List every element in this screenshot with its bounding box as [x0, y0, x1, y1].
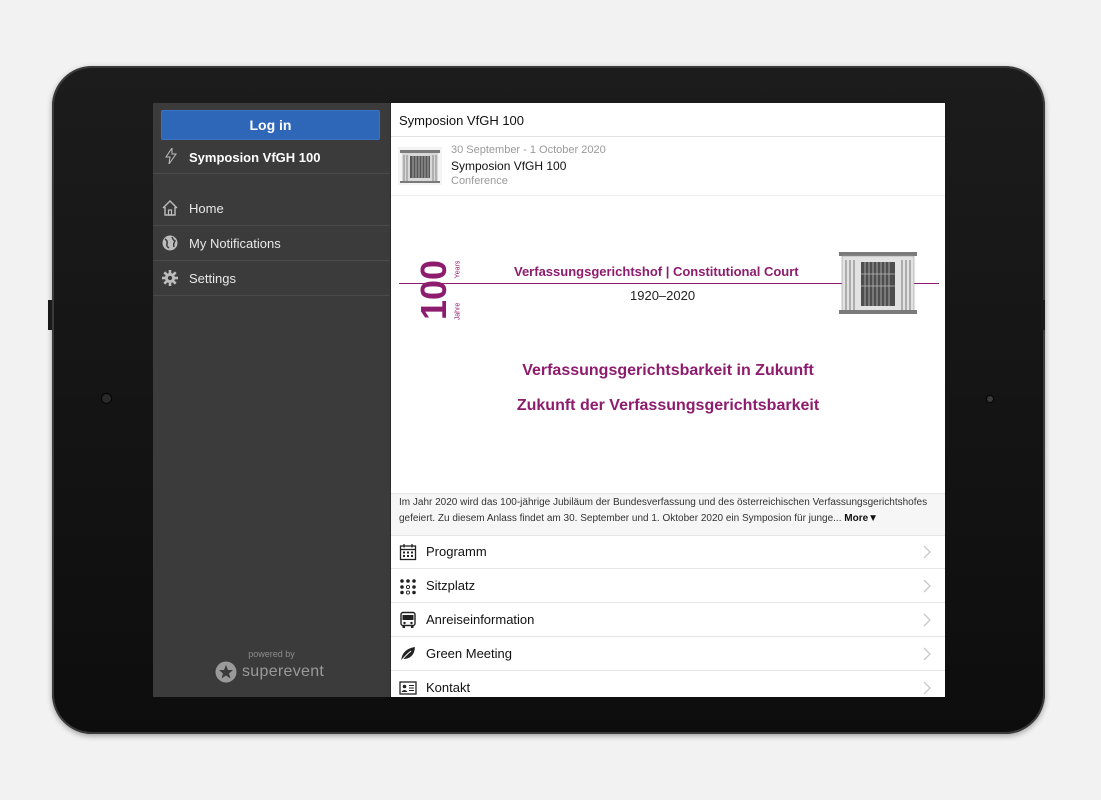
sidebar-item-settings[interactable]: Settings: [153, 261, 390, 296]
top-bar: Symposion VfGH 100: [391, 103, 945, 137]
brand-name: superevent: [242, 663, 325, 680]
contact-card-icon: [399, 681, 417, 695]
event-name: Symposion VfGH 100: [451, 159, 567, 173]
sidebar-item-label: Settings: [189, 271, 236, 286]
event-type: Conference: [451, 175, 508, 187]
event-thumbnail: [398, 147, 442, 185]
chevron-right-icon: [923, 579, 931, 593]
list-item-green-meeting[interactable]: Green Meeting: [391, 637, 945, 671]
leaf-icon: [400, 647, 415, 662]
list-item-label: Kontakt: [426, 680, 471, 695]
chevron-right-icon: [923, 681, 931, 695]
sidebar-item-label: My Notifications: [189, 236, 281, 251]
sensor-icon: [987, 396, 993, 402]
globe-icon: [162, 235, 178, 251]
page-title: Symposion VfGH 100: [399, 113, 525, 128]
list-item-anreiseinformation[interactable]: Anreiseinformation: [391, 603, 945, 637]
list-item-programm[interactable]: Programm: [391, 535, 945, 569]
hardware-button: [1041, 300, 1045, 330]
home-icon: [162, 200, 178, 216]
list-item-sitzplatz[interactable]: Sitzplatz: [391, 569, 945, 603]
list-item-label: Programm: [426, 544, 487, 559]
login-button[interactable]: Log in: [161, 110, 380, 140]
banner-heading-2: Zukunft der Verfassungsgerichtsbarkeit: [516, 397, 820, 414]
court-building-illustration: [839, 252, 917, 314]
event-menu-list: Programm Sitzplatz Anreiseinformation Gr…: [391, 535, 945, 697]
banner-jahre: Jahre: [454, 302, 462, 321]
event-banner: 100 Jahre Years Verfassungsgerichtshof |…: [391, 196, 945, 493]
sidebar-event-name: Symposion VfGH 100: [189, 150, 321, 165]
main-content: Symposion VfGH 100 30 September - 1 Octo…: [391, 103, 945, 697]
list-item-label: Green Meeting: [426, 646, 512, 661]
sidebar: Log in Symposion VfGH 100 Home My Notifi…: [153, 103, 391, 697]
sidebar-item-notifications[interactable]: My Notifications: [153, 226, 390, 261]
app-screen: Log in Symposion VfGH 100 Home My Notifi…: [153, 103, 945, 697]
sidebar-item-home[interactable]: Home: [153, 191, 390, 226]
bus-icon: [400, 611, 416, 628]
event-description: Im Jahr 2020 wird das 100-jährige Jubilä…: [391, 493, 945, 536]
event-header[interactable]: 30 September - 1 October 2020 Symposion …: [391, 137, 945, 196]
list-item-label: Sitzplatz: [426, 578, 476, 593]
chevron-right-icon: [923, 545, 931, 559]
superevent-star-icon: [215, 661, 237, 683]
list-item-label: Anreiseinformation: [426, 612, 535, 627]
bolt-icon: [165, 148, 177, 164]
sidebar-event-item[interactable]: Symposion VfGH 100: [153, 141, 390, 174]
event-date: 30 September - 1 October 2020: [451, 144, 606, 156]
more-link[interactable]: More▼: [844, 513, 878, 524]
powered-by-label: powered by: [248, 649, 295, 659]
seating-icon: [400, 579, 416, 595]
banner-years-range: 1920–2020: [630, 288, 696, 303]
banner-years: Years: [454, 260, 462, 279]
calendar-icon: [399, 544, 417, 561]
chevron-right-icon: [923, 613, 931, 627]
list-item-kontakt[interactable]: Kontakt: [391, 671, 945, 697]
banner-heading-1: Verfassungsgerichtsbarkeit in Zukunft: [522, 362, 814, 379]
gear-icon: [162, 270, 178, 286]
sidebar-item-label: Home: [189, 201, 224, 216]
camera-icon: [102, 394, 111, 403]
hardware-button: [48, 300, 52, 330]
sidebar-menu: Home My Notifications Settings: [153, 191, 390, 296]
banner-100: 100: [413, 259, 454, 320]
banner-court: Verfassungsgerichtshof | Constitutional …: [514, 264, 799, 279]
chevron-right-icon: [923, 647, 931, 661]
